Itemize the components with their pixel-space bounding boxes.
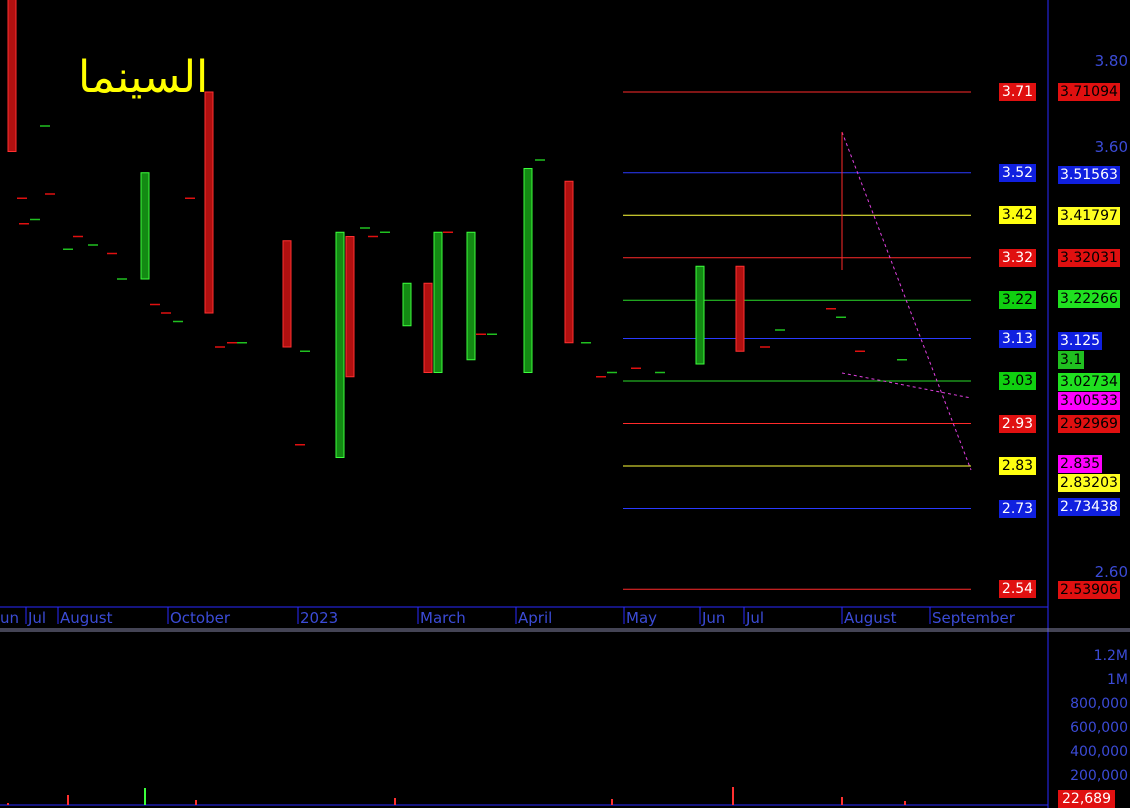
y-tick-label: 3.60 [1094,138,1128,156]
axis-value-label: 3.32031 [1058,248,1120,267]
level-label: 2.83 [999,457,1036,475]
axis-value-label: 2.53906 [1058,580,1120,599]
x-tick-label: 2023 [300,609,339,627]
y-tick-label: 2.60 [1094,563,1128,581]
level-label: 2.93 [999,414,1036,433]
candle-body [335,231,345,458]
volume-tick-label: 1M [1107,672,1128,688]
candle-body [345,236,355,378]
level-label: 3.52 [999,163,1036,182]
volume-last-label: 22,689 [1058,790,1115,808]
level-label: 3.32 [999,248,1036,267]
axis-value-label: 2.83203 [1058,473,1120,492]
trend-line [841,131,972,471]
candle-body [695,265,705,365]
candle-body [140,172,150,280]
level-label: 2.73 [999,499,1036,518]
candle-body [523,168,533,373]
axis-value-label: 3.02734 [1058,373,1120,392]
level-label: 3.13 [999,329,1036,348]
volume-tick-label: 200,000 [1070,768,1128,784]
x-tick-label: April [518,609,553,627]
candle-body [466,231,476,361]
trend-line [841,372,972,399]
volume-tick-label: 800,000 [1070,696,1128,712]
x-tick-label: May [626,609,658,627]
level-label: 3.71 [999,83,1036,101]
chart-frame [0,0,1130,808]
axis-value-label: 2.73438 [1058,497,1120,516]
candle-body [402,282,412,327]
price-chart [0,0,1130,808]
x-tick-label: September [932,609,1015,627]
volume-tick-label: 400,000 [1070,744,1128,760]
x-tick-label: Jul [28,609,47,627]
candle-body [735,265,745,352]
x-tick-label: August [844,609,897,627]
candle-body [7,0,17,152]
x-tick-label: un [0,609,20,627]
axis-value-label: 3.41797 [1058,207,1120,226]
y-tick-label: 3.80 [1094,52,1128,70]
axis-value-label: 3.00533 [1058,392,1120,411]
candle-body [282,240,292,348]
volume-tick-label: 600,000 [1070,720,1128,736]
x-tick-label: March [420,609,466,627]
x-tick-label: Jul [746,609,765,627]
volume-bars [7,787,906,805]
candle-body [204,91,214,314]
axis-value-label: 3.125 [1058,331,1103,350]
level-label: 3.42 [999,206,1036,225]
candle-body [564,180,574,344]
axis-value-label: 3.22266 [1058,290,1120,309]
level-label: 3.03 [999,372,1036,390]
candle-body [433,231,443,373]
axis-value-label: 2.92969 [1058,414,1120,433]
level-label: 2.54 [999,580,1036,599]
chart-title: السينما [78,52,209,103]
axis-value-label: 2.835 [1058,454,1103,473]
candle-body [423,282,433,373]
volume-tick-label: 1.2M [1093,648,1128,664]
x-tick-label: August [60,609,113,627]
axis-value-label: 3.71094 [1058,82,1120,101]
axis-value-label: 3.51563 [1058,165,1120,184]
level-label: 3.22 [999,291,1036,310]
x-tick-label: Jun [702,609,726,627]
axis-value-label: 3.1 [1058,350,1085,369]
level-lines [623,91,972,590]
x-tick-label: October [170,609,231,627]
